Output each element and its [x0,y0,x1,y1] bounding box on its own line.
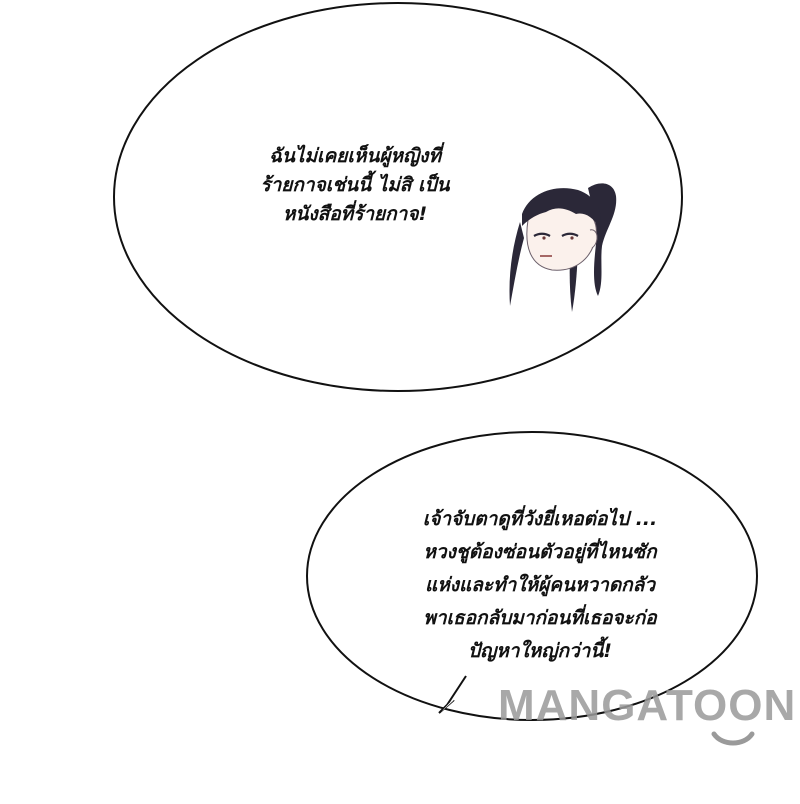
watermark-logo: MANGATOON [498,681,797,730]
dialogue-line: แห่งและทำให้ผู้คนหวาดกลัว [425,574,655,596]
dialogue-line: เจ้าจับตาดูที่วังยี่เหอต่อไป ... [422,508,658,530]
speech-bubble-bottom-text: เจ้าจับตาดูที่วังยี่เหอต่อไป ... หวงชูต้… [345,503,735,668]
panel-artwork [113,2,758,746]
dialogue-line: ฉันไม่เคยเห็นผู้หญิงที่ [268,145,441,167]
dialogue-line: หนังสือที่ร้ายกาจ! [282,203,428,225]
dialogue-line: หวงชูต้องซ่อนตัวอยู่ที่ไหนซัก [423,541,657,563]
comic-panel [0,0,800,800]
dialogue-line: ร้ายกาจเช่นนี้ ไม่สิ เป็น [260,174,450,196]
dialogue-line: ปัญหาใหญ่กว่านี้! [468,640,612,662]
watermark-smile-icon [711,731,755,746]
dialogue-line: พาเธอกลับมาก่อนที่เธอจะก่อ [423,607,657,629]
speech-bubble-top-text: ฉันไม่เคยเห็นผู้หญิงที่ ร้ายกาจเช่นนี้ ไ… [200,142,510,229]
